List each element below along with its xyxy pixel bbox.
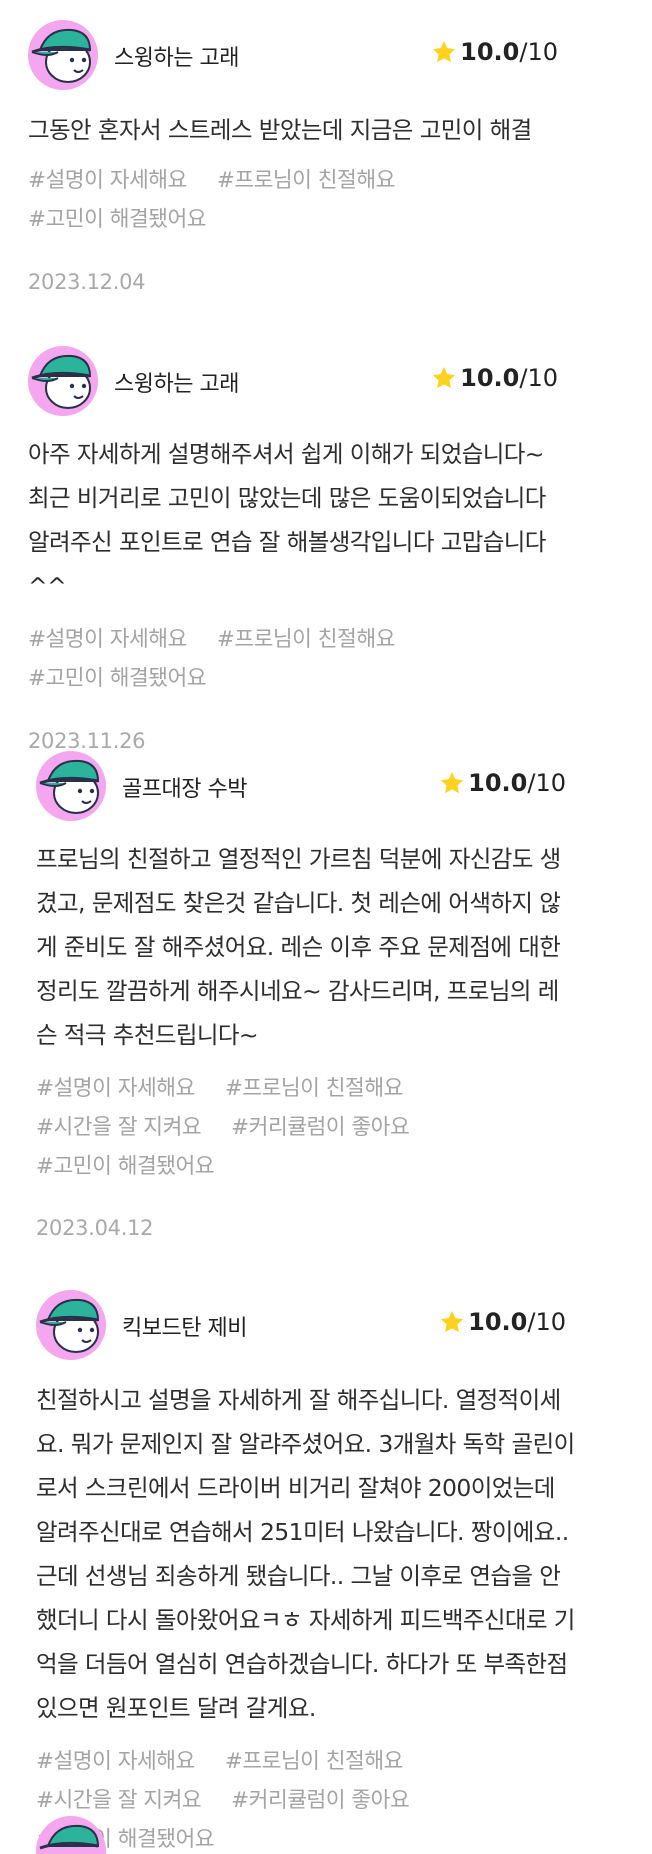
review-header: 킥보드탄 제비 10.0/10 [36, 1290, 624, 1360]
review-tag: #커리큘럼이 좋아요 [231, 1788, 410, 1813]
score-value: 10.0 [468, 769, 528, 797]
reviewer-name: 킥보드탄 제비 [122, 1316, 247, 1341]
avatar[interactable] [36, 1816, 106, 1854]
review-tag: #시간을 잘 지켜요 [36, 1115, 202, 1140]
review-tags: #설명이 자세해요 #프로님이 친절해요 #고민이 해결됐어요 [28, 620, 425, 698]
review-card: 킥보드탄 제비 10.0/10 친절하시고 설명을 자세하게 잘 해주십니다. … [36, 1290, 624, 1852]
review-tag: #설명이 자세해요 [36, 1076, 195, 1101]
avatar[interactable] [36, 751, 106, 821]
review-card: 스윙하는 고래 10.0/10 그동안 혼자서 스트레스 받았는데 지금은 고민… [28, 20, 624, 294]
reviewer-name: 골프대장 수박 [122, 777, 247, 802]
review-tag: #고민이 해결됐어요 [28, 207, 207, 232]
review-tag: #시간을 잘 지켜요 [36, 1788, 202, 1813]
review-score: 10.0/10 [439, 769, 566, 797]
review-score: 10.0/10 [431, 364, 558, 392]
review-text-line: 로서 스크린에서 드라이버 비거리 잘쳐야 200이었는데 [36, 1474, 555, 1502]
score-max: /10 [519, 364, 558, 392]
avatar[interactable] [36, 1290, 106, 1360]
avatar-icon [36, 751, 106, 821]
avatar-icon [28, 346, 98, 416]
review-tag: #설명이 자세해요 [36, 1749, 195, 1774]
review-text-line: 억을 더듬어 열심히 연습하겠습니다. 하다가 또 부족한점 [36, 1650, 568, 1678]
review-text-line: 있으면 원포인트 달려 갈게요. [36, 1694, 316, 1722]
review-card: 스윙하는 고래 10.0/10 아주 자세하게 설명해주셔서 쉽게 이해가 되었… [28, 346, 624, 753]
review-date: 2023.04.12 [36, 1216, 154, 1240]
review-header: 골프대장 수박 10.0/10 [36, 751, 624, 821]
review-text-line: ^^ [28, 572, 67, 600]
review-text-line: 친절하시고 설명을 자세하게 잘 해주십니다. 열정적이세 [36, 1386, 561, 1414]
review-date: 2023.12.04 [28, 270, 146, 294]
review-text-line: 알려주신대로 연습해서 251미터 나왔습니다. 짱이에요.. [36, 1518, 569, 1546]
review-text-line: 겼고, 문제점도 찾은것 같습니다. 첫 레슨에 어색하지 않 [36, 889, 561, 917]
review-tag: #프로님이 친절해요 [216, 627, 396, 652]
review-text-line: 정리도 깔끔하게 해주시네요~ 감사드리며, 프로님의 레 [36, 977, 559, 1005]
review-score: 10.0/10 [439, 1308, 566, 1336]
review-tag: #고민이 해결됐어요 [36, 1154, 215, 1179]
review-tags: #설명이 자세해요 #프로님이 친절해요 #시간을 잘 지켜요 #커리큘럼이 좋아요… [36, 1069, 439, 1186]
review-tag: #설명이 자세해요 [28, 168, 187, 193]
review-text-line: 근데 선생님 죄송하게 됐습니다.. 그날 이후로 연습을 안 [36, 1562, 561, 1590]
score-value: 10.0 [468, 1308, 528, 1336]
review-tag: #커리큘럼이 좋아요 [231, 1115, 410, 1140]
review-text-line: 아주 자세하게 설명해주셔서 쉽게 이해가 되었습니다~ [28, 440, 544, 468]
star-icon [431, 39, 457, 65]
avatar-icon [36, 1290, 106, 1360]
review-date: 2023.11.26 [28, 729, 146, 753]
score-max: /10 [519, 38, 558, 66]
review-text: 친절하시고 설명을 자세하게 잘 해주십니다. 열정적이세 요. 뭐가 문제인지… [36, 1378, 575, 1730]
review-text-line: 요. 뭐가 문제인지 잘 알랴주셨어요. 3개월차 독학 골린이 [36, 1430, 575, 1458]
review-tag: #프로님이 친절해요 [224, 1076, 404, 1101]
review-text-line: 게 준비도 잘 해주셨어요. 레슨 이후 주요 문제점에 대한 [36, 933, 561, 961]
score-value: 10.0 [460, 38, 520, 66]
avatar[interactable] [28, 20, 98, 90]
review-text: 아주 자세하게 설명해주셔서 쉽게 이해가 되었습니다~ 최근 비거리로 고민이… [28, 432, 546, 608]
reviewer-name: 스윙하는 고래 [114, 372, 239, 397]
score-max: /10 [527, 769, 566, 797]
reviewer-name: 스윙하는 고래 [114, 46, 239, 71]
review-tags: #설명이 자세해요 #프로님이 친절해요 #고민이 해결됐어요 [28, 161, 425, 239]
review-text: 프로님의 친절하고 열정적인 가르침 덕분에 자신감도 생 겼고, 문제점도 찾… [36, 837, 561, 1057]
avatar[interactable] [28, 346, 98, 416]
review-text-line: 프로님의 친절하고 열정적인 가르침 덕분에 자신감도 생 [36, 845, 561, 873]
review-header: 스윙하는 고래 10.0/10 [28, 346, 624, 416]
review-text-line: 슨 적극 추천드립니다~ [36, 1021, 259, 1049]
review-tag: #고민이 해결됐어요 [28, 666, 207, 691]
review-header: 스윙하는 고래 10.0/10 [28, 20, 624, 90]
review-tag: #프로님이 친절해요 [216, 168, 396, 193]
review-tag: #설명이 자세해요 [28, 627, 187, 652]
star-icon [439, 1309, 465, 1335]
review-text: 그동안 혼자서 스트레스 받았는데 지금은 고민이 해결 [28, 108, 532, 152]
avatar-icon [28, 20, 98, 90]
score-value: 10.0 [460, 364, 520, 392]
review-text-line: 알려주신 포인트로 연습 잘 해볼생각입니다 고맙습니다 [28, 528, 546, 556]
review-text-line: 그동안 혼자서 스트레스 받았는데 지금은 고민이 해결 [28, 116, 532, 144]
star-icon [431, 365, 457, 391]
review-tag: #프로님이 친절해요 [224, 1749, 404, 1774]
review-text-line: 했더니 다시 돌아왔어요ㅋㅎ 자세하게 피드백주신대로 기 [36, 1606, 575, 1634]
review-text-line: 최근 비거리로 고민이 많았는데 많은 도움이되었습니다 [28, 484, 546, 512]
score-max: /10 [527, 1308, 566, 1336]
avatar-icon [36, 1816, 106, 1854]
review-card: 골프대장 수박 10.0/10 프로님의 친절하고 열정적인 가르침 덕분에 자… [36, 751, 624, 1240]
review-score: 10.0/10 [431, 38, 558, 66]
star-icon [439, 770, 465, 796]
